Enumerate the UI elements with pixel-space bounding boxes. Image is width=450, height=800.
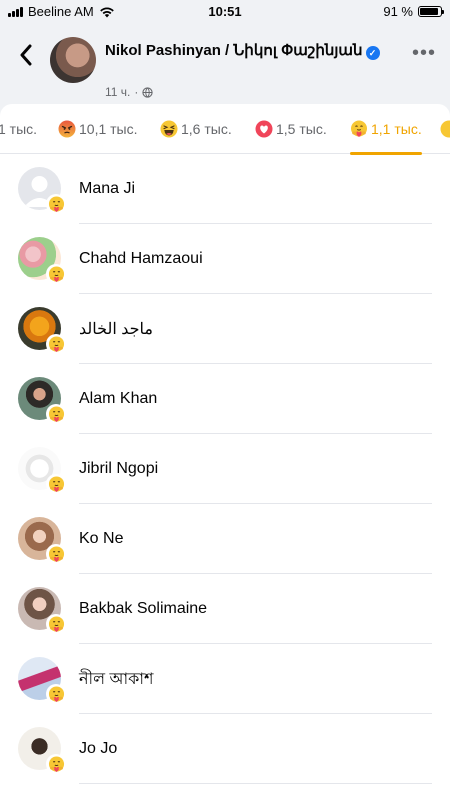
author-avatar[interactable] [50,37,96,83]
battery-fill [420,8,439,15]
author-name[interactable]: Nikol Pashinyan / Նիկոլ Փաշինյան [105,42,363,59]
reaction-tabs: 1 тыс. 10,1 тыс. 1,6 тыс. 1,5 тыс. 1,1 т… [0,104,450,155]
reaction-badge [46,404,66,424]
reactor-row[interactable]: নীল আকাশ [0,644,450,714]
care-reaction-icon [48,265,64,282]
reactor-name[interactable]: নীল আকাশ [79,644,153,714]
care-reaction-icon [48,405,64,422]
reactor-row[interactable]: ماجد الخالد [0,294,450,364]
verified-badge-icon: ✓ [365,46,380,60]
back-button[interactable] [14,42,38,68]
post-meta: 11 ч. · [105,85,154,99]
post-time[interactable]: 11 ч. [105,85,130,99]
author-name-block[interactable]: Nikol Pashinyan / Նիկոլ Փաշինյան ✓ [105,41,395,61]
tab-label: 1,1 тыс. [371,121,422,137]
reactor-name[interactable]: Mana Ji [79,154,135,224]
tab-label: 1 тыс. [0,121,38,137]
reaction-badge [46,544,66,564]
reactor-name[interactable]: Ko Ne [79,504,123,574]
tab-more[interactable] [440,104,450,154]
chevron-left-icon [20,44,32,66]
more-options-button[interactable]: ••• [412,43,436,63]
status-right: 91 % [383,4,444,19]
battery-percent: 91 % [383,4,413,19]
reactor-row[interactable]: Mana Ji [0,154,450,224]
status-bar: Beeline AM 10:51 91 % [0,0,450,24]
reaction-badge [46,334,66,354]
reactor-name[interactable]: Bakbak Solimaine [79,574,207,644]
tab-label: 1,6 тыс. [181,121,232,137]
tab-haha[interactable]: 1,6 тыс. [160,104,232,154]
reactors-list: Mana Ji Chahd Hamzaoui ماجد الخالد Alam Kha… [0,154,450,784]
care-reaction-icon [48,195,64,212]
care-reaction-icon [48,615,64,632]
reactor-row[interactable]: Alam Khan [0,364,450,434]
reaction-badge [46,194,66,214]
row-divider [79,783,432,784]
reaction-badge [46,614,66,634]
reactor-name[interactable]: Jibril Ngopi [79,434,158,504]
care-reaction-icon [440,120,450,138]
reactor-name[interactable]: Jo Jo [79,714,117,784]
tab-love[interactable]: 1,5 тыс. [255,104,327,154]
reaction-badge [46,754,66,774]
tab-care[interactable]: 1,1 тыс. [350,104,422,155]
reactor-name[interactable]: Alam Khan [79,364,157,434]
reactor-row[interactable]: Bakbak Solimaine [0,574,450,644]
reactor-row[interactable]: Chahd Hamzaoui [0,224,450,294]
tab-label: 10,1 тыс. [79,121,138,137]
reactor-row[interactable]: Jibril Ngopi [0,434,450,504]
care-reaction-icon [48,545,64,562]
meta-separator: · [134,85,139,99]
reaction-badge [46,684,66,704]
tab-label: 1,5 тыс. [276,121,327,137]
tab-angry[interactable]: 10,1 тыс. [58,104,138,154]
reactor-name[interactable]: Chahd Hamzaoui [79,224,203,294]
love-reaction-icon [255,120,273,138]
globe-icon [142,86,154,98]
tab-all-reactions[interactable]: 1 тыс. [0,104,37,154]
care-reaction-icon [48,335,64,352]
battery-icon [418,6,444,17]
care-reaction-icon [48,755,64,772]
angry-reaction-icon [58,120,76,138]
reactor-name[interactable]: ماجد الخالد [79,294,153,364]
haha-reaction-icon [160,120,178,138]
care-reaction-icon [48,475,64,492]
care-reaction-icon [351,120,367,137]
reactor-row[interactable]: Jo Jo [0,714,450,784]
reaction-badge [46,474,66,494]
care-reaction-icon [48,685,64,702]
reaction-badge [46,264,66,284]
post-header: Nikol Pashinyan / Նիկոլ Փաշինյան ✓ 11 ч. … [0,28,450,124]
reactor-row[interactable]: Ko Ne [0,504,450,574]
reactions-sheet: 1 тыс. 10,1 тыс. 1,6 тыс. 1,5 тыс. 1,1 т… [0,104,450,800]
